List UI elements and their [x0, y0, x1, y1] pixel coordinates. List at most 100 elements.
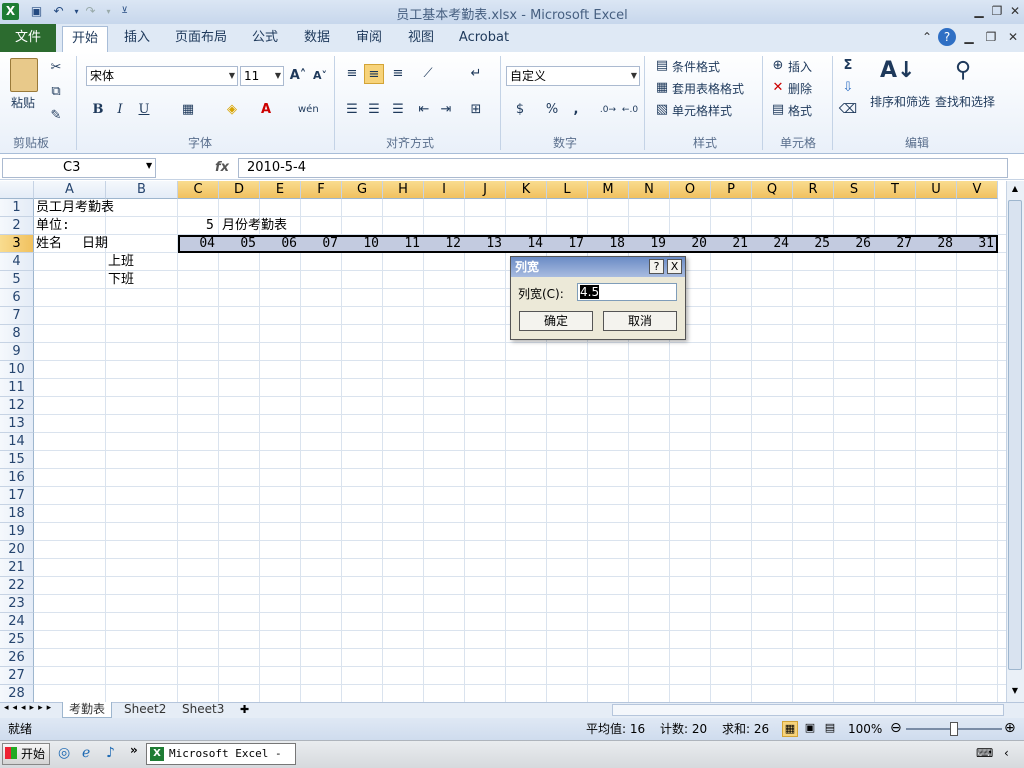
vertical-scroll-thumb[interactable] — [1008, 200, 1022, 670]
column-header-a[interactable]: A — [34, 181, 106, 199]
row-header-10[interactable]: 10 — [0, 361, 34, 379]
tab-data[interactable]: 数据 — [298, 24, 336, 52]
formula-input[interactable]: 2010-5-4 — [238, 158, 1008, 178]
zoom-slider-thumb[interactable] — [950, 722, 958, 736]
row-header-4[interactable]: 4 — [0, 253, 34, 271]
column-header-g[interactable]: G — [342, 181, 383, 199]
row-header-14[interactable]: 14 — [0, 433, 34, 451]
cell-a2[interactable]: 单位: — [36, 217, 70, 235]
cell-day-q3[interactable]: 24 — [752, 235, 789, 253]
column-header-d[interactable]: D — [219, 181, 260, 199]
dialog-close-button[interactable]: X — [667, 259, 682, 274]
column-header-t[interactable]: T — [875, 181, 916, 199]
cell-d2[interactable]: 月份考勤表 — [222, 217, 287, 235]
insert-cells-icon[interactable]: ⊕ — [768, 56, 788, 76]
row-header-15[interactable]: 15 — [0, 451, 34, 469]
dialog-help-button[interactable]: ? — [649, 259, 664, 274]
column-header-k[interactable]: K — [506, 181, 547, 199]
align-bottom-icon[interactable]: ≡ — [388, 64, 408, 84]
row-header-24[interactable]: 24 — [0, 613, 34, 631]
align-top-icon[interactable]: ≡ — [342, 64, 362, 84]
font-size-combo[interactable]: 11 ▼ — [240, 66, 284, 86]
decrease-indent-icon[interactable]: ⇤ — [414, 100, 434, 120]
font-name-combo[interactable]: 宋体 ▼ — [86, 66, 238, 86]
tab-formulas[interactable]: 公式 — [246, 24, 284, 52]
tab-file[interactable]: 文件 — [0, 24, 56, 52]
cut-icon[interactable]: ✂ — [46, 58, 66, 78]
row-header-17[interactable]: 17 — [0, 487, 34, 505]
cell-day-l3[interactable]: 17 — [547, 235, 584, 253]
zoom-out-icon[interactable]: ⊖ — [890, 720, 902, 736]
borders-icon[interactable]: ▦ — [178, 100, 198, 120]
cell-day-h3[interactable]: 11 — [383, 235, 420, 253]
orientation-icon[interactable]: ⟋ — [418, 64, 438, 84]
percent-button[interactable]: % — [542, 100, 562, 120]
column-header-u[interactable]: U — [916, 181, 957, 199]
cell-styles-icon[interactable]: ▧ — [652, 100, 672, 120]
font-color-icon[interactable]: A — [256, 100, 276, 120]
format-cells-icon[interactable]: ▤ — [768, 100, 788, 120]
paste-icon[interactable] — [10, 58, 38, 92]
align-center-icon[interactable]: ☰ — [364, 100, 384, 120]
cell-a1[interactable]: 员工月考勤表 — [36, 199, 114, 217]
table-format-icon[interactable]: ▦ — [652, 78, 672, 98]
redo-icon[interactable]: ↷ — [82, 3, 99, 20]
row-header-2[interactable]: 2 — [0, 217, 34, 235]
cell-day-j3[interactable]: 13 — [465, 235, 502, 253]
tab-review[interactable]: 审阅 — [350, 24, 388, 52]
column-header-s[interactable]: S — [834, 181, 875, 199]
row-header-9[interactable]: 9 — [0, 343, 34, 361]
increase-indent-icon[interactable]: ⇥ — [436, 100, 456, 120]
keyboard-icon[interactable]: ⌨ — [976, 746, 993, 760]
column-header-p[interactable]: P — [711, 181, 752, 199]
tab-page-layout[interactable]: 页面布局 — [170, 24, 232, 52]
find-select-icon[interactable]: ⚲ — [946, 58, 980, 90]
column-header-h[interactable]: H — [383, 181, 424, 199]
column-header-m[interactable]: M — [588, 181, 629, 199]
cell-day-o3[interactable]: 20 — [670, 235, 707, 253]
row-header-8[interactable]: 8 — [0, 325, 34, 343]
row-header-22[interactable]: 22 — [0, 577, 34, 595]
paste-button[interactable]: 粘贴 — [11, 94, 35, 111]
restore-icon[interactable]: ❐ — [988, 2, 1006, 20]
row-header-3[interactable]: 3 — [0, 235, 34, 253]
italic-button[interactable]: I — [110, 100, 130, 120]
fill-color-icon[interactable]: ◈ — [222, 100, 242, 120]
workbook-minimize-icon[interactable]: ▁ — [960, 28, 978, 46]
column-header-c[interactable]: C — [178, 181, 219, 199]
row-header-19[interactable]: 19 — [0, 523, 34, 541]
tray-expand-icon[interactable]: ‹ — [1004, 746, 1009, 760]
cell-day-d3[interactable]: 05 — [219, 235, 256, 253]
cell-day-e3[interactable]: 06 — [260, 235, 297, 253]
insert-cells-button[interactable]: 插入 — [788, 58, 812, 75]
name-box[interactable]: C3 — [2, 158, 156, 178]
column-header-f[interactable]: F — [301, 181, 342, 199]
column-header-r[interactable]: R — [793, 181, 834, 199]
comma-button[interactable]: , — [566, 100, 586, 120]
cell-c2[interactable]: 5 — [206, 217, 214, 235]
cell-day-k3[interactable]: 14 — [506, 235, 543, 253]
cell-day-p3[interactable]: 21 — [711, 235, 748, 253]
sheet-tab-sheet2[interactable]: Sheet2 — [118, 702, 172, 718]
sheet-tab-sheet3[interactable]: Sheet3 — [176, 702, 230, 718]
cell-a3-date[interactable]: 日期 — [82, 235, 108, 253]
tab-insert[interactable]: 插入 — [116, 24, 158, 52]
fill-icon[interactable]: ⇩ — [838, 78, 858, 98]
save-icon[interactable]: ▣ — [28, 3, 45, 20]
workbook-close-icon[interactable]: ✕ — [1004, 28, 1022, 46]
cell-day-u3[interactable]: 28 — [916, 235, 953, 253]
customize-qat-icon[interactable]: ⊻ — [116, 3, 133, 20]
zoom-in-icon[interactable]: ⊕ — [1004, 720, 1016, 736]
row-header-7[interactable]: 7 — [0, 307, 34, 325]
workbook-restore-icon[interactable]: ❐ — [982, 28, 1000, 46]
tab-view[interactable]: 视图 — [402, 24, 440, 52]
row-header-27[interactable]: 27 — [0, 667, 34, 685]
row-header-18[interactable]: 18 — [0, 505, 34, 523]
format-painter-icon[interactable]: ✎ — [46, 106, 66, 126]
format-cells-button[interactable]: 格式 — [788, 102, 812, 119]
zoom-level[interactable]: 100% — [848, 718, 882, 740]
row-header-23[interactable]: 23 — [0, 595, 34, 613]
column-header-l[interactable]: L — [547, 181, 588, 199]
more-icon[interactable]: » — [130, 743, 138, 757]
insert-function-icon[interactable]: fx — [215, 160, 229, 175]
